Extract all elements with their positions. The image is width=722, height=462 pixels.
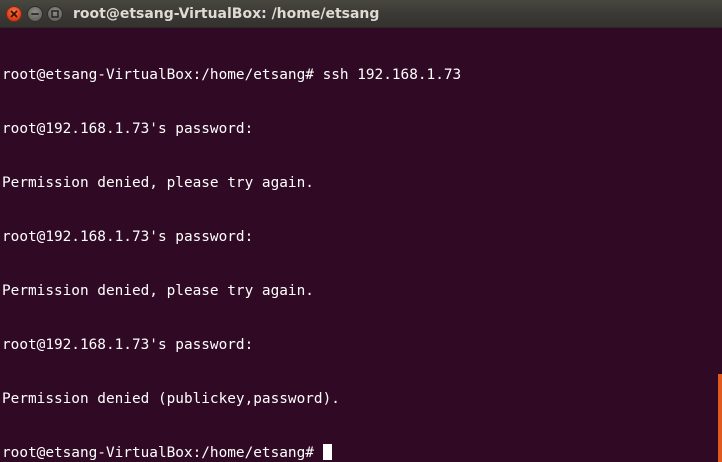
terminal-line: Permission denied, please try again. [2,175,314,191]
terminal-window: root@etsang-VirtualBox: /home/etsang roo… [0,0,722,462]
terminal-line: Permission denied (publickey,password). [2,391,340,407]
resize-edge-indicator [718,374,722,462]
terminal-output[interactable]: root@etsang-VirtualBox:/home/etsang# ssh… [2,30,718,460]
window-title: root@etsang-VirtualBox: /home/etsang [73,6,380,22]
terminal-line: root@192.168.1.73's password: [2,229,254,245]
maximize-button[interactable] [47,6,63,22]
close-icon [10,10,18,18]
maximize-icon [51,10,59,18]
minimize-button[interactable] [27,6,43,22]
close-button[interactable] [6,6,22,22]
terminal-line: root@etsang-VirtualBox:/home/etsang# ssh… [2,67,462,83]
terminal-line: root@192.168.1.73's password: [2,337,254,353]
terminal-prompt-line[interactable]: root@etsang-VirtualBox:/home/etsang# [2,444,718,460]
terminal-line: root@192.168.1.73's password: [2,121,254,137]
titlebar[interactable]: root@etsang-VirtualBox: /home/etsang [0,0,722,28]
text-cursor [322,444,332,460]
terminal-line: Permission denied, please try again. [2,283,314,299]
prompt-text: root@etsang-VirtualBox:/home/etsang# [2,445,323,460]
minimize-icon [31,13,39,15]
